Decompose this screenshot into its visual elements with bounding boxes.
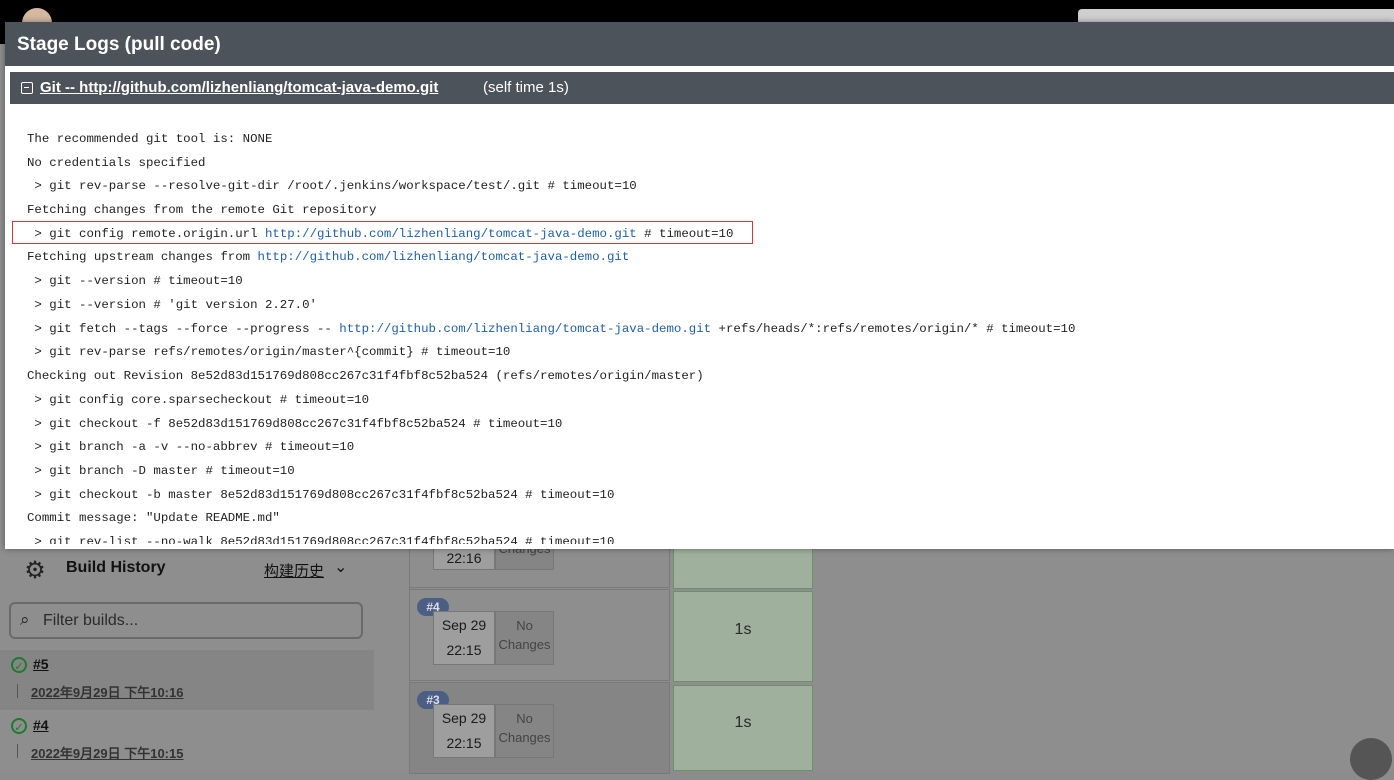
build-date-box: Sep 29 22:15 bbox=[433, 704, 495, 758]
build-link[interactable]: #4 bbox=[33, 717, 49, 733]
stage-duration: 1s bbox=[734, 621, 752, 638]
stage-cell[interactable]: 1s bbox=[673, 591, 813, 682]
build-row bbox=[0, 650, 374, 710]
highlight-box bbox=[12, 221, 753, 244]
build-date: Sep 29 bbox=[441, 617, 487, 633]
build-history-link[interactable]: 构建历史 bbox=[264, 560, 324, 581]
build-time: 22:15 bbox=[446, 735, 482, 751]
changes-box[interactable]: No Changes bbox=[495, 704, 554, 758]
divider bbox=[17, 684, 18, 698]
modal-title: Stage Logs (pull code) bbox=[17, 34, 221, 55]
log-line: Fetching changes from the remote Git rep… bbox=[27, 203, 377, 217]
build-date-link[interactable]: 2022年9月29日 下午10:16 bbox=[31, 682, 183, 701]
stage-duration: 1s bbox=[734, 714, 752, 731]
build-history-title: Build History bbox=[66, 559, 166, 576]
build-link[interactable]: #5 bbox=[33, 656, 49, 672]
log-line: No credentials specified bbox=[27, 156, 206, 170]
gear-icon: ⚙ bbox=[24, 557, 46, 584]
assistant-fab-icon[interactable] bbox=[1350, 738, 1392, 780]
log-text: +refs/heads/*:refs/remotes/origin/* # ti… bbox=[711, 322, 1076, 336]
log-line: > git branch -a -v --no-abbrev # timeout… bbox=[27, 440, 355, 454]
log-line: Checking out Revision 8e52d83d151769d808… bbox=[27, 369, 704, 383]
log-line: > git checkout -b master 8e52d83d151769d… bbox=[27, 488, 615, 502]
divider bbox=[17, 744, 18, 758]
log-line: Commit message: "Update README.md" bbox=[27, 511, 280, 525]
log-line: > git checkout -f 8e52d83d151769d808cc26… bbox=[27, 417, 563, 431]
log-line: > git --version # timeout=10 bbox=[27, 274, 243, 288]
step-header: Git -- http://github.com/lizhenliang/tom… bbox=[10, 72, 1394, 104]
log-line: > git rev-list --no-walk 8e52d83d151769d… bbox=[27, 535, 615, 544]
filter-placeholder: Filter builds... bbox=[43, 612, 139, 629]
modal-header: Stage Logs (pull code) bbox=[5, 22, 1394, 66]
build-date-box: Sep 29 22:15 bbox=[433, 611, 495, 665]
build-time: 22:15 bbox=[446, 642, 482, 658]
log-line: > git fetch --tags --force --progress --… bbox=[27, 320, 1075, 338]
log-line: > git branch -D master # timeout=10 bbox=[27, 464, 295, 478]
build-date-link[interactable]: 2022年9月29日 下午10:15 bbox=[31, 743, 183, 762]
log-output: The recommended git tool is: NONE No cre… bbox=[27, 130, 1387, 544]
stage-cell[interactable]: 1s bbox=[673, 685, 813, 771]
step-self-time: (self time 1s) bbox=[483, 79, 569, 96]
log-line: Fetching upstream changes from http://gi… bbox=[27, 248, 629, 266]
step-link[interactable]: Git -- http://github.com/lizhenliang/tom… bbox=[40, 79, 438, 96]
chevron-down-icon[interactable]: ⌄ bbox=[334, 557, 347, 577]
changes-label: No Changes bbox=[498, 711, 551, 745]
filter-builds-input[interactable]: ⌕ Filter builds... bbox=[9, 602, 363, 639]
check-circle-icon: ✓ bbox=[11, 657, 27, 673]
changes-box[interactable]: No Changes bbox=[495, 611, 554, 665]
build-time: 22:16 bbox=[446, 550, 482, 566]
log-line: The recommended git tool is: NONE bbox=[27, 132, 273, 146]
stage-logs-modal: Stage Logs (pull code) Git -- http://git… bbox=[5, 22, 1394, 549]
log-text: > git fetch --tags --force --progress -- bbox=[27, 322, 340, 336]
search-icon: ⌕ bbox=[20, 610, 30, 629]
log-line: > git rev-parse refs/remotes/origin/mast… bbox=[27, 345, 511, 359]
repo-link[interactable]: http://github.com/lizhenliang/tomcat-jav… bbox=[339, 322, 711, 336]
build-date: Sep 29 bbox=[441, 710, 487, 726]
log-text: Fetching upstream changes from bbox=[27, 250, 258, 264]
changes-label: No Changes bbox=[498, 618, 551, 652]
log-line: > git rev-parse --resolve-git-dir /root/… bbox=[27, 179, 637, 193]
minus-square-icon[interactable] bbox=[21, 82, 33, 94]
repo-link[interactable]: http://github.com/lizhenliang/tomcat-jav… bbox=[258, 250, 630, 264]
check-circle-icon: ✓ bbox=[11, 718, 27, 734]
log-line: > git config core.sparsecheckout # timeo… bbox=[27, 393, 370, 407]
log-line: > git --version # 'git version 2.27.0' bbox=[27, 298, 317, 312]
